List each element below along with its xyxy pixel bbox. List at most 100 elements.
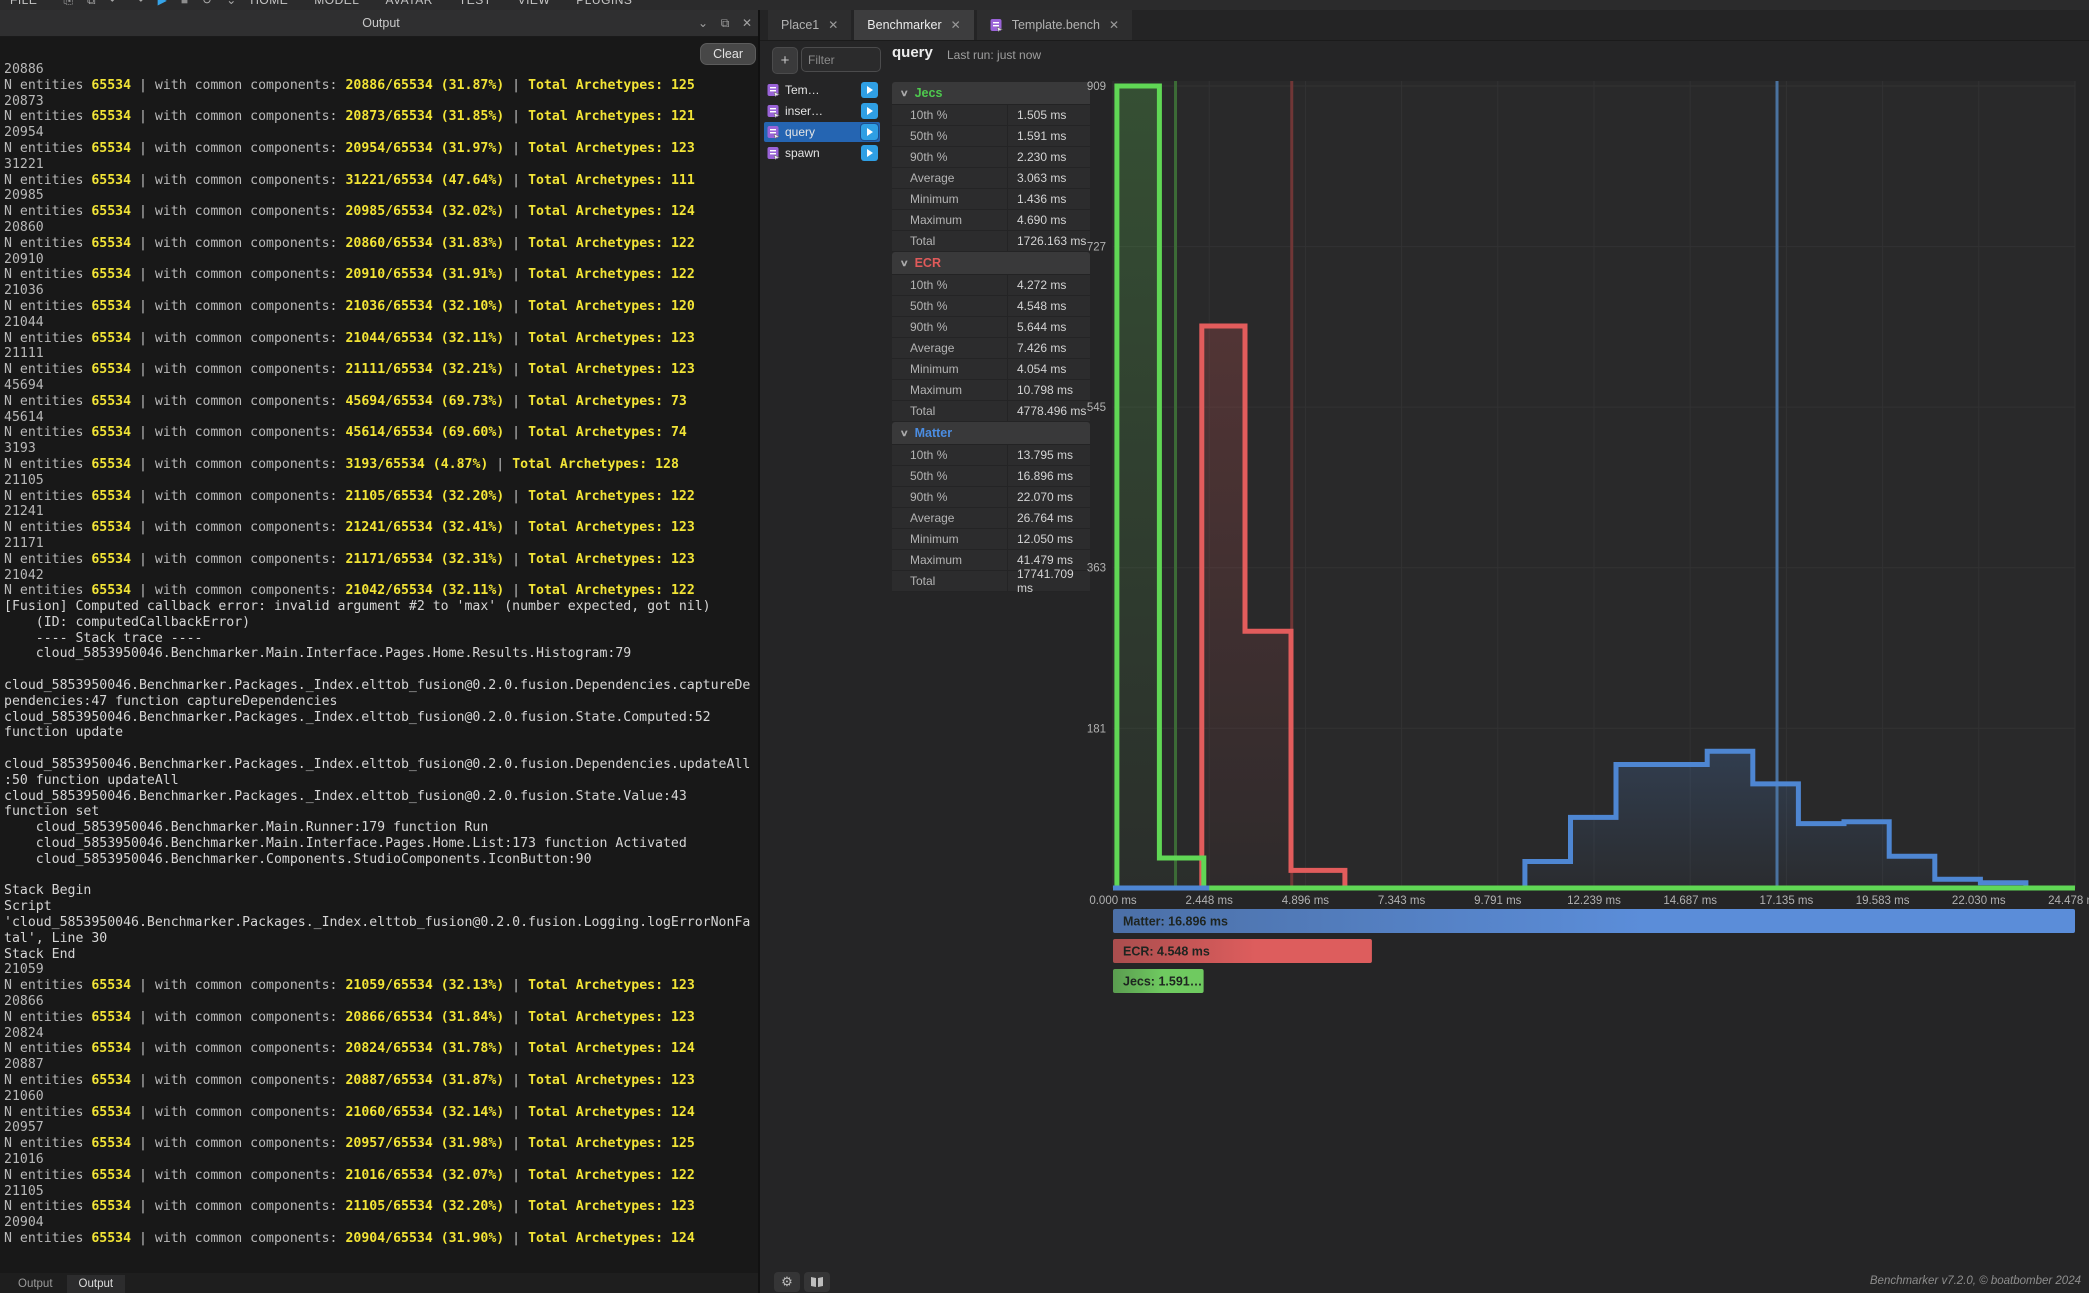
- error-line: cloud_5853950046.Benchmarker.Main.Runner…: [4, 820, 758, 836]
- popout-icon[interactable]: ⧉: [714, 16, 736, 31]
- run-benchmark-button[interactable]: [861, 103, 878, 119]
- stats-section-jecs[interactable]: ∨Jecs: [892, 82, 1090, 105]
- stats-row: Total4778.496 ms: [892, 401, 1090, 422]
- chevron-down-icon: ∨: [900, 258, 909, 269]
- log-line: N entities 65534 | with common component…: [4, 552, 758, 568]
- filter-input[interactable]: [801, 47, 881, 72]
- output-panel: Output ⌄ ⧉ ✕ Clear 20886N entities 65534…: [0, 10, 760, 1293]
- tab-place1[interactable]: Place1 ✕: [768, 10, 851, 40]
- stat-label: Maximum: [892, 210, 1008, 230]
- legend-label: Jecs: 1.591…: [1123, 975, 1202, 989]
- add-benchmark-button[interactable]: +: [772, 47, 798, 74]
- play-icon: [867, 107, 873, 115]
- reset-icon[interactable]: ↺: [202, 0, 212, 7]
- log-line: 20866: [4, 994, 758, 1010]
- script-icon: [767, 105, 780, 118]
- stats-section-ecr[interactable]: ∨ ECR: [892, 252, 1090, 275]
- chevron-down-icon[interactable]: ⌄: [226, 0, 236, 7]
- menu-model[interactable]: MODEL: [314, 0, 359, 7]
- close-icon[interactable]: ✕: [1109, 18, 1119, 32]
- redo-icon[interactable]: ↷: [134, 0, 144, 7]
- copy-icon[interactable]: ⧉: [87, 0, 96, 8]
- stats-section-title: ECR: [915, 256, 941, 270]
- stats-row: 10th %1.505 ms: [892, 105, 1090, 126]
- log-line: N entities 65534 | with common component…: [4, 583, 758, 599]
- tab-benchmarker[interactable]: Benchmarker✕: [854, 10, 973, 40]
- output-tab[interactable]: Output: [67, 1275, 126, 1293]
- log-line: 21105: [4, 1184, 758, 1200]
- stat-value: 1.591 ms: [1008, 126, 1090, 146]
- close-icon[interactable]: ✕: [736, 16, 758, 30]
- run-benchmark-button[interactable]: [861, 124, 878, 140]
- stat-label: Average: [892, 508, 1008, 528]
- stats-row: 10th %13.795 ms: [892, 445, 1090, 466]
- script-icon: [990, 19, 1003, 32]
- benchmark-item-label: Tem…: [785, 83, 820, 97]
- stat-label: Minimum: [892, 529, 1008, 549]
- log-line: N entities 65534 | with common component…: [4, 141, 758, 157]
- legend-label: ECR: 4.548 ms: [1123, 945, 1210, 959]
- menu-plugins[interactable]: PLUGINS: [576, 0, 632, 7]
- error-line: [4, 868, 758, 884]
- script-icon: [767, 84, 780, 97]
- tab-template-bench[interactable]: Template.bench✕: [977, 10, 1132, 40]
- error-line: cloud_5853950046.Benchmarker.Packages._I…: [4, 757, 758, 773]
- log-line: 20954: [4, 125, 758, 141]
- benchmark-item-query[interactable]: query: [764, 122, 880, 142]
- menu-view[interactable]: VIEW: [518, 0, 551, 7]
- x-tick-label: 12.239 ms: [1567, 895, 1621, 907]
- output-tab[interactable]: Output: [6, 1275, 65, 1293]
- run-benchmark-button[interactable]: [861, 82, 878, 98]
- stat-value: 1726.163 ms: [1008, 231, 1090, 251]
- log-line: 21171: [4, 536, 758, 552]
- stats-section-matter[interactable]: ∨Matter: [892, 422, 1090, 445]
- docs-button[interactable]: [804, 1272, 830, 1292]
- output-console[interactable]: 20886N entities 65534 | with common comp…: [0, 36, 758, 1273]
- log-line: N entities 65534 | with common component…: [4, 1041, 758, 1057]
- chevron-down-icon: ∨: [900, 88, 909, 99]
- stats-row: Total17741.709 ms: [892, 571, 1090, 592]
- error-line: cloud_5853950046.Benchmarker.Components.…: [4, 852, 758, 868]
- stat-label: 90th %: [892, 147, 1008, 167]
- error-line: [Fusion] Computed callback error: invali…: [4, 599, 758, 615]
- legend-bar-matter: [1113, 909, 2075, 933]
- error-line: Script: [4, 899, 758, 915]
- menu-avatar[interactable]: AVATAR: [385, 0, 432, 7]
- log-line: N entities 65534 | with common component…: [4, 299, 758, 315]
- run-benchmark-button[interactable]: [861, 145, 878, 161]
- clear-output-button[interactable]: Clear: [700, 43, 756, 65]
- log-line: N entities 65534 | with common component…: [4, 267, 758, 283]
- log-line: N entities 65534 | with common component…: [4, 520, 758, 536]
- close-icon[interactable]: ✕: [828, 18, 838, 32]
- benchmark-item-Tem[interactable]: Tem…: [764, 80, 880, 100]
- close-icon[interactable]: ✕: [951, 18, 961, 32]
- paste-icon[interactable]: ⎘: [63, 0, 73, 8]
- log-line: N entities 65534 | with common component…: [4, 1231, 758, 1247]
- error-line: [4, 741, 758, 757]
- log-line: N entities 65534 | with common component…: [4, 173, 758, 189]
- stat-value: 4.548 ms: [1008, 296, 1090, 316]
- benchmark-item-label: inser…: [785, 104, 823, 118]
- y-tick-label: 909: [1087, 81, 1106, 93]
- stat-value: 12.050 ms: [1008, 529, 1090, 549]
- menu-test[interactable]: TEST: [459, 0, 492, 7]
- y-tick-label: 545: [1087, 402, 1106, 414]
- error-line: function update: [4, 725, 758, 741]
- stat-label: Average: [892, 338, 1008, 358]
- chevron-down-icon[interactable]: ⌄: [692, 16, 714, 30]
- benchmark-item-spawn[interactable]: spawn: [764, 143, 880, 163]
- undo-icon[interactable]: ↶: [110, 0, 120, 7]
- script-icon: [767, 147, 780, 160]
- play-icon[interactable]: ▶: [158, 0, 167, 7]
- settings-button[interactable]: ⚙: [774, 1272, 800, 1292]
- benchmark-item-inser[interactable]: inser…: [764, 101, 880, 121]
- error-line: cloud_5853950046.Benchmarker.Packages._I…: [4, 678, 758, 694]
- log-line: N entities 65534 | with common component…: [4, 362, 758, 378]
- menu-file[interactable]: FILE: [10, 0, 37, 7]
- log-line: 20887: [4, 1057, 758, 1073]
- stop-icon[interactable]: ■: [181, 0, 188, 7]
- error-line: pendencies:47 function captureDependenci…: [4, 694, 758, 710]
- menu-home[interactable]: HOME: [250, 0, 288, 7]
- tab-label: Place1: [781, 18, 819, 32]
- error-line: cloud_5853950046.Benchmarker.Main.Interf…: [4, 646, 758, 662]
